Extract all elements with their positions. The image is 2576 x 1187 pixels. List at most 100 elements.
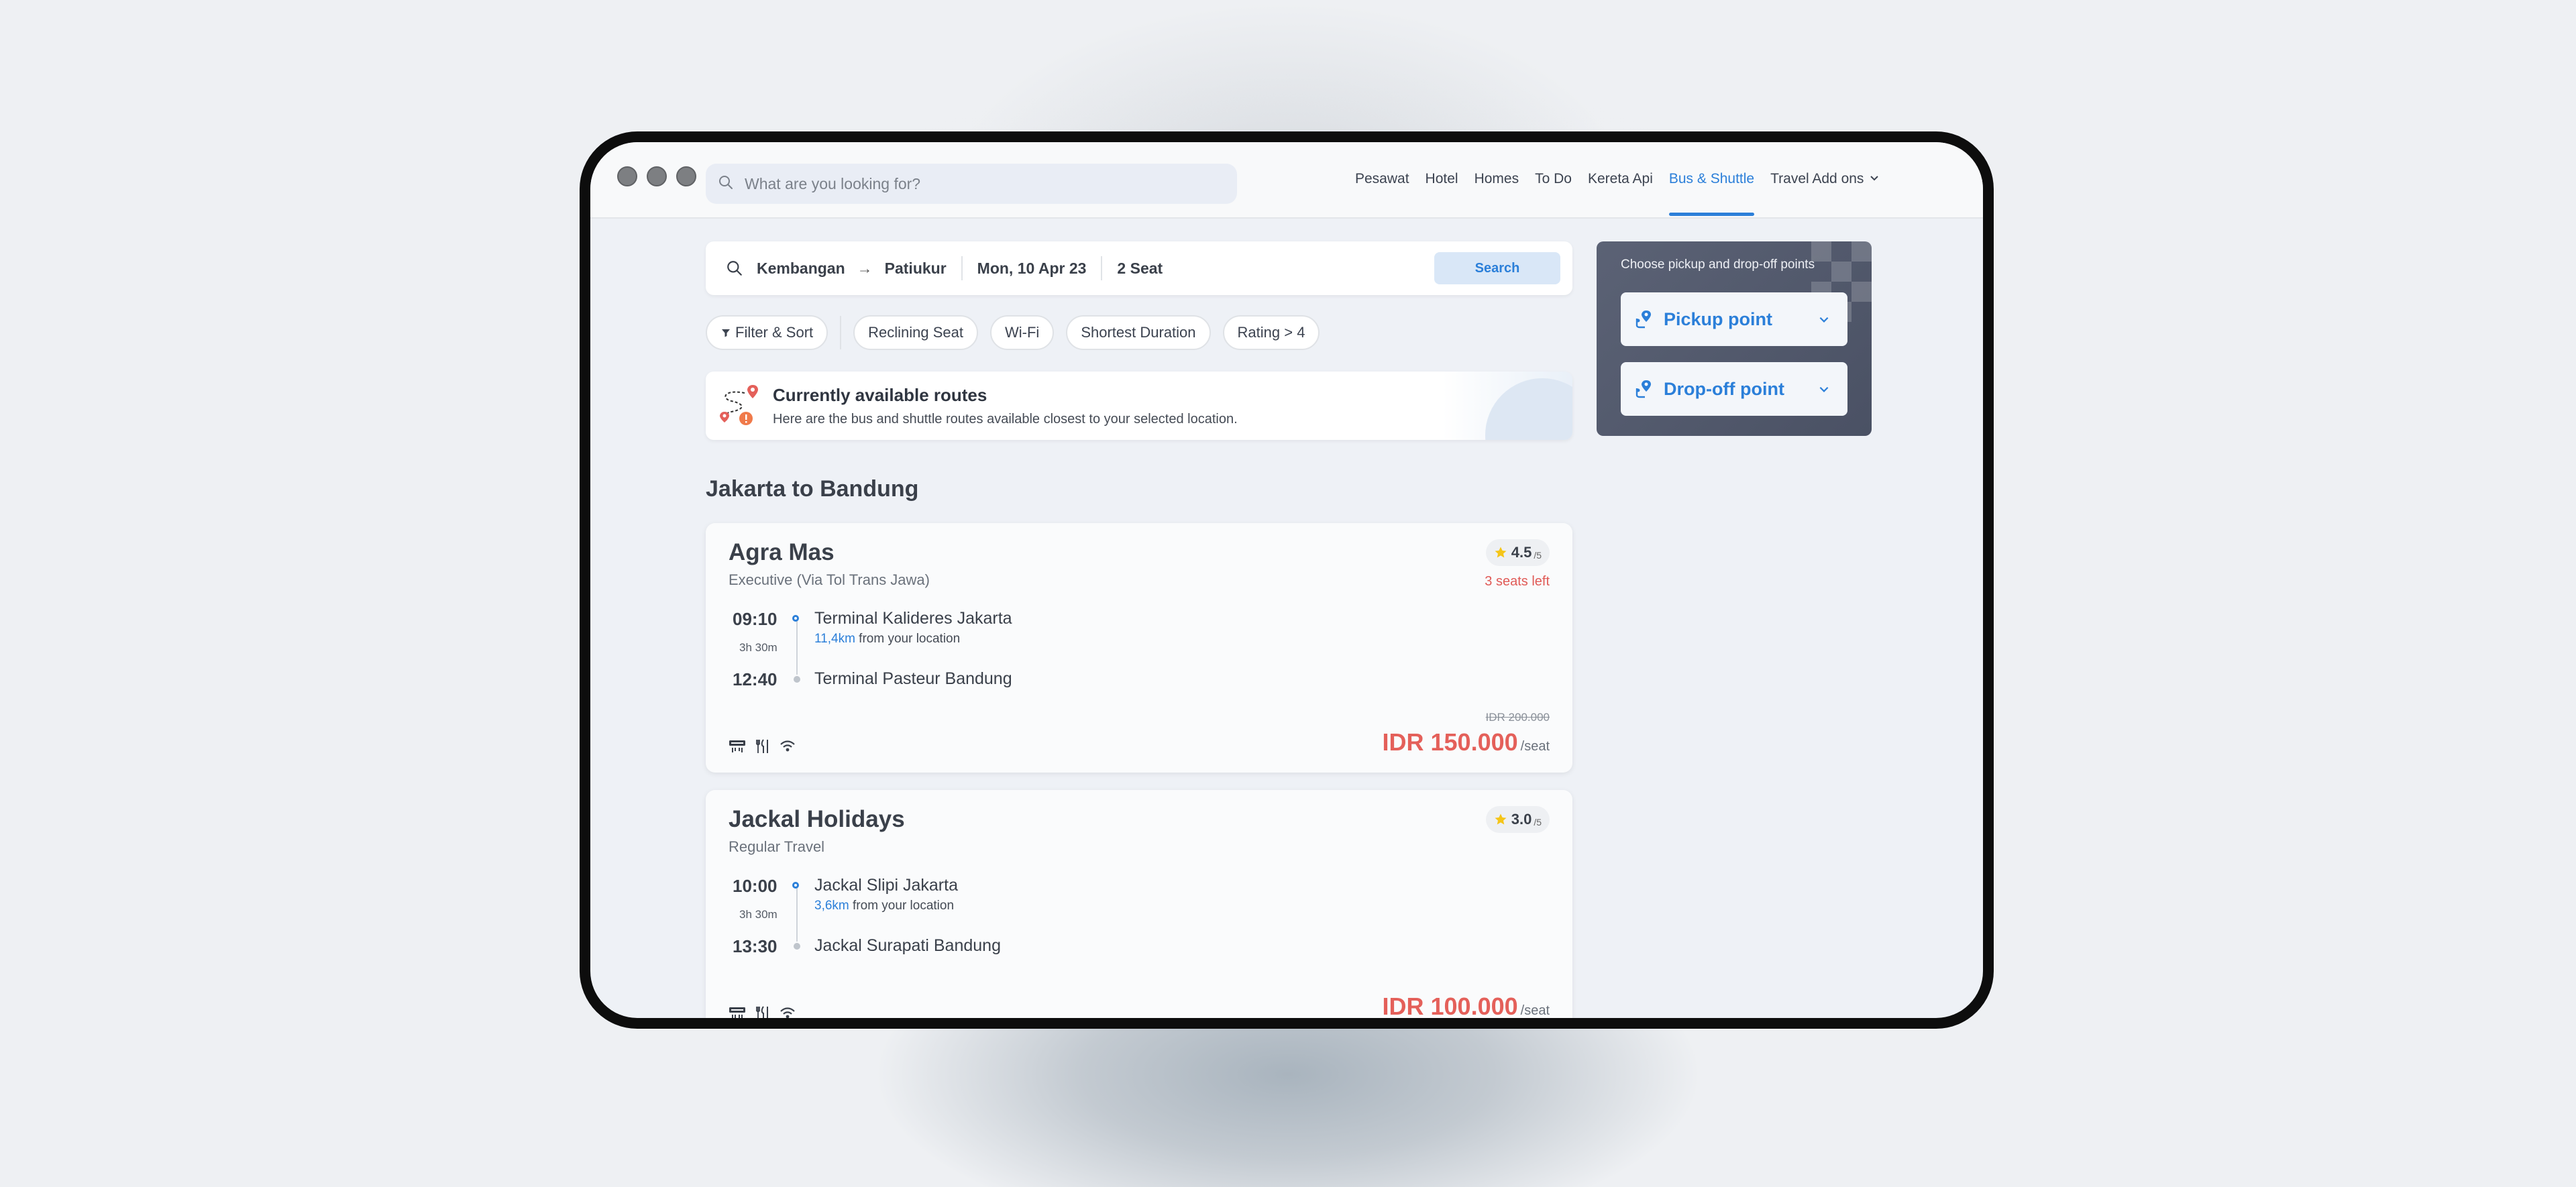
price: IDR 150.000/seat — [1383, 728, 1550, 756]
pickup-pin-icon — [1634, 309, 1654, 329]
origin-dot — [792, 882, 799, 889]
origin-field[interactable]: Kembangan — [757, 260, 845, 278]
distance-info: 3,6km from your location — [814, 899, 954, 913]
arrive-time: 13:30 — [733, 936, 777, 956]
meal-icon — [755, 1006, 770, 1018]
pickup-point-label: Pickup point — [1664, 308, 1772, 329]
origin-dot — [792, 615, 799, 622]
operator-name: Agra Mas — [729, 539, 835, 565]
timeline-line — [796, 888, 798, 942]
rating-badge: 4.5/5 — [1485, 539, 1550, 566]
operator-name: Jackal Holidays — [729, 806, 905, 832]
global-search — [706, 164, 1237, 204]
chip-wifi[interactable]: Wi-Fi — [990, 315, 1055, 350]
destination-dot — [794, 676, 800, 683]
distance-km: 11,4km — [814, 632, 855, 646]
divider — [1101, 256, 1103, 280]
global-search-input[interactable] — [743, 174, 1216, 194]
rating-badge: 3.0/5 — [1485, 806, 1550, 833]
filter-chips: Filter & Sort Reclining Seat Wi-Fi Short… — [706, 314, 1332, 351]
available-routes-banner: Currently available routes Here are the … — [706, 372, 1572, 440]
divider — [961, 256, 963, 280]
window-dot-close[interactable] — [617, 166, 637, 186]
chip-reclining-seat[interactable]: Reclining Seat — [853, 315, 979, 350]
decorative-circle — [1485, 378, 1572, 440]
star-icon — [1494, 813, 1507, 826]
chevron-down-icon — [1869, 142, 1880, 216]
rating-value: 3.0 — [1511, 811, 1532, 828]
nav-item-to-do[interactable]: To Do — [1535, 142, 1572, 216]
dropoff-point-dropdown[interactable]: Drop-off point — [1621, 362, 1847, 416]
timeline-line — [796, 621, 798, 675]
ac-icon — [729, 739, 746, 754]
route-search-bar[interactable]: Kembangan → Patiukur Mon, 10 Apr 23 2 Se… — [706, 241, 1572, 295]
dropoff-point-label: Drop-off point — [1664, 378, 1784, 399]
wifi-icon — [780, 740, 796, 753]
arrive-time: 12:40 — [733, 669, 777, 689]
origin-stop: Jackal Slipi Jakarta — [814, 876, 958, 895]
seats-left-label: 3 seats left — [1485, 574, 1550, 589]
rating-scale: /5 — [1534, 550, 1542, 561]
route-map-icon — [718, 382, 765, 433]
divider — [840, 316, 842, 349]
window-dot-minimize[interactable] — [647, 166, 667, 186]
bus-class: Executive (Via Tol Trans Jawa) — [729, 571, 930, 588]
arrow-right-icon: → — [857, 259, 873, 277]
nav-item-travel-add-ons[interactable]: Travel Add ons — [1770, 142, 1880, 216]
wifi-icon — [780, 1007, 796, 1018]
price-amount: IDR 100.000 — [1382, 993, 1518, 1018]
nav-item-pesawat[interactable]: Pesawat — [1355, 142, 1409, 216]
pickup-point-dropdown[interactable]: Pickup point — [1621, 292, 1847, 346]
distance-km: 3,6km — [814, 899, 849, 913]
rating-value: 4.5 — [1511, 544, 1532, 561]
nav-item-bus-shuttle[interactable]: Bus & Shuttle — [1668, 142, 1755, 216]
chip-rating[interactable]: Rating > 4 — [1222, 315, 1320, 350]
nav-item-homes[interactable]: Homes — [1474, 142, 1519, 216]
destination-stop: Jackal Surapati Bandung — [814, 936, 1001, 955]
available-routes-description: Here are the bus and shuttle routes avai… — [773, 412, 1238, 427]
depart-time: 10:00 — [733, 876, 777, 896]
price-unit: /seat — [1520, 1003, 1550, 1018]
depart-time: 09:10 — [733, 609, 777, 629]
destination-stop: Terminal Pasteur Bandung — [814, 669, 1012, 688]
rating-scale: /5 — [1534, 817, 1542, 828]
amenities — [729, 739, 805, 754]
price-amount: IDR 150.000 — [1382, 728, 1518, 756]
window-dot-maximize[interactable] — [676, 166, 696, 186]
result-card[interactable]: Agra Mas Executive (Via Tol Trans Jawa) … — [706, 523, 1572, 773]
filter-sort-label: Filter & Sort — [735, 324, 814, 341]
amenities — [729, 1006, 805, 1018]
destination-field[interactable]: Patiukur — [885, 260, 947, 278]
nav-item-hotel[interactable]: Hotel — [1426, 142, 1458, 216]
price: IDR 100.000/seat — [1383, 993, 1550, 1018]
origin-stop: Terminal Kalideres Jakarta — [814, 609, 1012, 628]
result-card[interactable]: Jackal Holidays Regular Travel 3.0/5 10:… — [706, 790, 1572, 1018]
date-field[interactable]: Mon, 10 Apr 23 — [977, 260, 1087, 278]
filter-icon — [720, 327, 731, 338]
app-screen: Pesawat Hotel Homes To Do Kereta Api Bus… — [590, 142, 1983, 1018]
ac-icon — [729, 1006, 746, 1018]
chevron-down-icon — [1818, 383, 1830, 395]
bus-class: Regular Travel — [729, 838, 825, 855]
section-title: Jakarta to Bandung — [706, 476, 919, 502]
seat-field[interactable]: 2 Seat — [1117, 260, 1163, 278]
filter-sort-chip[interactable]: Filter & Sort — [706, 315, 828, 350]
device-frame: Pesawat Hotel Homes To Do Kereta Api Bus… — [580, 131, 1994, 1029]
dropoff-pin-icon — [1634, 379, 1654, 399]
search-icon — [718, 174, 734, 194]
trip-duration: 3h 30m — [739, 641, 777, 654]
top-header: Pesawat Hotel Homes To Do Kereta Api Bus… — [590, 142, 1983, 219]
distance-suffix: from your location — [855, 632, 961, 646]
search-icon — [726, 260, 743, 277]
pickup-dropoff-panel: Choose pickup and drop-off points Pickup… — [1597, 241, 1872, 436]
nav-item-travel-add-ons-label: Travel Add ons — [1770, 171, 1864, 186]
distance-info: 11,4km from your location — [814, 632, 960, 646]
search-button[interactable]: Search — [1434, 252, 1560, 284]
destination-dot — [794, 943, 800, 950]
chevron-down-icon — [1818, 313, 1830, 325]
nav-item-kereta-api[interactable]: Kereta Api — [1588, 142, 1653, 216]
price-unit: /seat — [1520, 739, 1550, 754]
chip-shortest-duration[interactable]: Shortest Duration — [1066, 315, 1211, 350]
meal-icon — [755, 739, 770, 754]
panel-title: Choose pickup and drop-off points — [1621, 258, 1815, 272]
